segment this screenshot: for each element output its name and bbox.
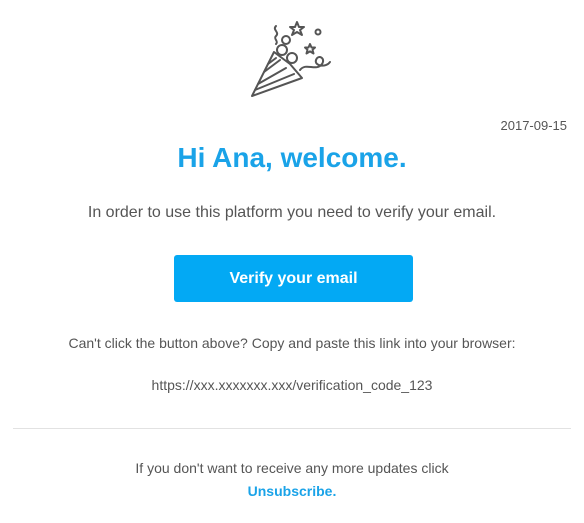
unsubscribe-prompt: If you don't want to receive any more up… <box>135 460 449 476</box>
divider <box>13 428 571 429</box>
fallback-instructions: Can't click the button above? Copy and p… <box>68 335 516 351</box>
email-date: 2017-09-15 <box>500 118 568 133</box>
verification-link[interactable]: https://xxx.xxxxxxx.xxx/verification_cod… <box>0 377 584 393</box>
unsubscribe-link[interactable]: Unsubscribe. <box>0 483 584 499</box>
intro-text: In order to use this platform you need t… <box>87 204 497 221</box>
greeting-heading: Hi Ana, welcome. <box>177 142 407 173</box>
verify-email-button[interactable]: Verify your email <box>174 255 413 302</box>
party-popper-icon <box>251 21 331 97</box>
